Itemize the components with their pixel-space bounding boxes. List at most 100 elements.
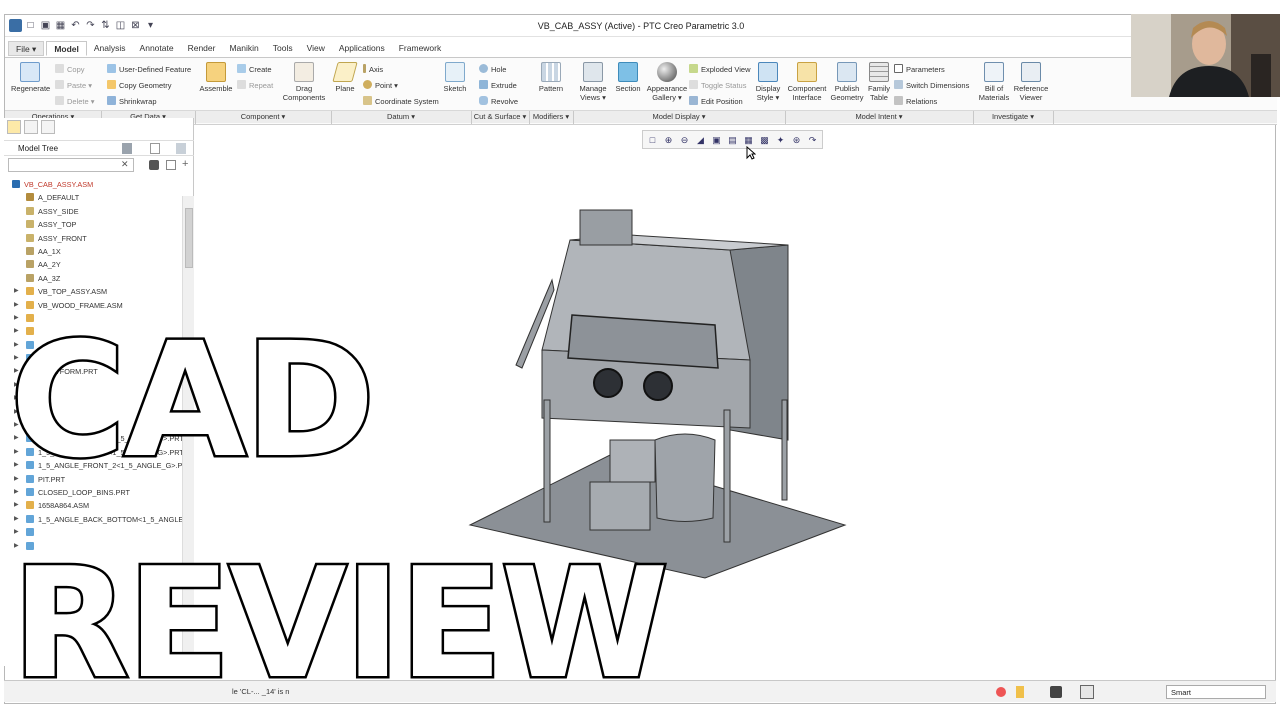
tree-filter-icon[interactable] [176, 143, 186, 154]
repeat-button[interactable]: Repeat [237, 80, 273, 90]
datum-display-filter-icon[interactable]: ✦ [773, 132, 788, 147]
tree-row[interactable]: ▶ VB_TOP_ASSY.ASM [4, 285, 184, 298]
sketch-button[interactable]: Sketch [441, 62, 469, 93]
saved-orientations-icon[interactable]: ▤ [725, 132, 740, 147]
find-icon[interactable] [1050, 686, 1062, 698]
group-model-display[interactable]: Model Display ▾ [573, 112, 785, 121]
hole-button[interactable]: Hole [479, 64, 506, 74]
tree-row[interactable]: AA_2Y [4, 258, 184, 271]
group-datum[interactable]: Datum ▾ [331, 112, 471, 121]
tree-row[interactable]: AA_3Z [4, 272, 184, 285]
refit-icon[interactable]: □ [645, 132, 660, 147]
tab-manikin[interactable]: Manikin [222, 41, 265, 56]
switch-dimensions-button[interactable]: Switch Dimensions [894, 80, 969, 90]
bill-of-materials-button[interactable]: Bill of Materials [977, 62, 1011, 102]
tree-settings-icon[interactable] [122, 143, 132, 154]
group-model-intent[interactable]: Model Intent ▾ [785, 112, 973, 121]
manage-views-button[interactable]: Manage Views ▾ [577, 62, 609, 102]
paste-button[interactable]: Paste ▾ [55, 80, 92, 90]
group-investigate[interactable]: Investigate ▾ [973, 112, 1053, 121]
plane-button[interactable]: Plane [331, 62, 359, 93]
reference-viewer-button[interactable]: Reference Viewer [1011, 62, 1051, 102]
tab-tools[interactable]: Tools [266, 41, 300, 56]
toggle-status-button[interactable]: Toggle Status [689, 80, 746, 90]
family-table-button[interactable]: Family Table [865, 62, 893, 102]
pipe-unit[interactable] [609, 439, 656, 483]
component-interface-button[interactable]: Component Interface [787, 62, 827, 102]
left-glove-port[interactable] [593, 368, 623, 398]
appearance-gallery-button[interactable]: Appearance Gallery ▾ [645, 62, 689, 102]
clear-search-icon[interactable]: ✕ [121, 159, 129, 170]
cad-model-viewport[interactable] [460, 200, 860, 580]
tab-analysis[interactable]: Analysis [87, 41, 133, 56]
tree-row[interactable]: ▶ 1658A864.ASM [4, 499, 184, 512]
front-leg-right[interactable] [723, 409, 731, 543]
zoom-in-icon[interactable]: ⊕ [661, 132, 676, 147]
zoom-out-icon[interactable]: ⊖ [677, 132, 692, 147]
expand-arrow-icon[interactable]: ▶ [14, 499, 19, 512]
view-manager-icon[interactable]: ▦ [741, 132, 756, 147]
add-column-icon[interactable]: + [182, 158, 188, 170]
tree-row[interactable]: ASSY_SIDE [4, 205, 184, 218]
display-style-button[interactable]: Display Style ▾ [753, 62, 783, 102]
group-cut-surface[interactable]: Cut & Surface ▾ [471, 112, 529, 121]
model-tree-tab-icon[interactable] [7, 120, 21, 134]
create-button[interactable]: Create [237, 64, 272, 74]
tab-applications[interactable]: Applications [332, 41, 392, 56]
display-style-icon[interactable]: ▣ [709, 132, 724, 147]
tree-row[interactable]: ASSY_FRONT [4, 232, 184, 245]
publish-geometry-button[interactable]: Publish Geometry [829, 62, 865, 102]
parameters-button[interactable]: Parameters [894, 64, 945, 74]
regenerate-button[interactable]: Regenerate [11, 62, 50, 93]
right-glove-port[interactable] [643, 371, 673, 401]
tree-row[interactable]: AA_1X [4, 245, 184, 258]
favorites-tab-icon[interactable] [41, 120, 55, 134]
group-component[interactable]: Component ▾ [195, 112, 331, 121]
scrollbar-thumb[interactable] [185, 208, 193, 268]
tree-row[interactable]: ▶ 1_5_ANGLE_BACK_BOTTOM<1_5_ANGLE_G [4, 513, 193, 526]
front-leg-left[interactable] [543, 399, 551, 523]
perspective-icon[interactable]: ▩ [757, 132, 772, 147]
selected-items-icon[interactable] [1080, 685, 1094, 699]
model-tree-search-input[interactable] [8, 158, 134, 172]
tree-row[interactable]: VB_CAB_ASSY.ASM [4, 178, 184, 191]
drag-components-button[interactable]: Drag Components [281, 62, 327, 102]
tree-row[interactable]: A_DEFAULT [4, 191, 184, 204]
collection-box[interactable] [589, 481, 651, 531]
tree-row[interactable]: ASSY_TOP [4, 218, 184, 231]
tree-columns-icon[interactable] [150, 143, 160, 154]
selection-filter-dropdown[interactable]: Smart [1166, 685, 1266, 699]
axis-button[interactable]: Axis [363, 64, 383, 74]
assemble-button[interactable]: Assemble [198, 62, 234, 93]
tab-framework[interactable]: Framework [392, 41, 449, 56]
pattern-button[interactable]: Pattern [535, 62, 567, 93]
tab-annotate[interactable]: Annotate [133, 41, 181, 56]
section-button[interactable]: Section [613, 62, 643, 93]
copy-geometry-button[interactable]: Copy Geometry [107, 80, 172, 90]
find-binoculars-icon[interactable] [149, 160, 159, 170]
group-modifiers[interactable]: Modifiers ▾ [529, 112, 573, 121]
relations-button[interactable]: Relations [894, 96, 937, 106]
folder-browser-tab-icon[interactable] [24, 120, 38, 134]
message-log-icon[interactable] [996, 687, 1006, 697]
viewing-window[interactable] [567, 314, 719, 369]
top-box[interactable] [579, 209, 633, 246]
point-button[interactable]: Point ▾ [363, 80, 398, 90]
edit-position-button[interactable]: Edit Position [689, 96, 743, 106]
spin-center-icon[interactable]: ⊛ [789, 132, 804, 147]
revolve-button[interactable]: Revolve [479, 96, 518, 106]
delete-button[interactable]: Delete ▾ [55, 96, 95, 106]
rear-leg[interactable] [781, 399, 788, 501]
exploded-view-button[interactable]: Exploded View [689, 64, 750, 74]
copy-button[interactable]: Copy [55, 64, 85, 74]
tab-file[interactable]: File ▾ [8, 41, 45, 56]
extrude-button[interactable]: Extrude [479, 80, 517, 90]
tab-view[interactable]: View [300, 41, 332, 56]
selection-flag-icon[interactable] [1016, 686, 1024, 698]
annotation-display-icon[interactable]: ↷ [805, 132, 820, 147]
hopper-bucket[interactable] [654, 433, 716, 522]
expand-arrow-icon[interactable]: ▶ [14, 513, 19, 526]
filter-funnel-icon[interactable] [166, 160, 176, 170]
user-defined-feature-button[interactable]: User-Defined Feature [107, 64, 191, 74]
tab-model[interactable]: Model [46, 41, 87, 56]
